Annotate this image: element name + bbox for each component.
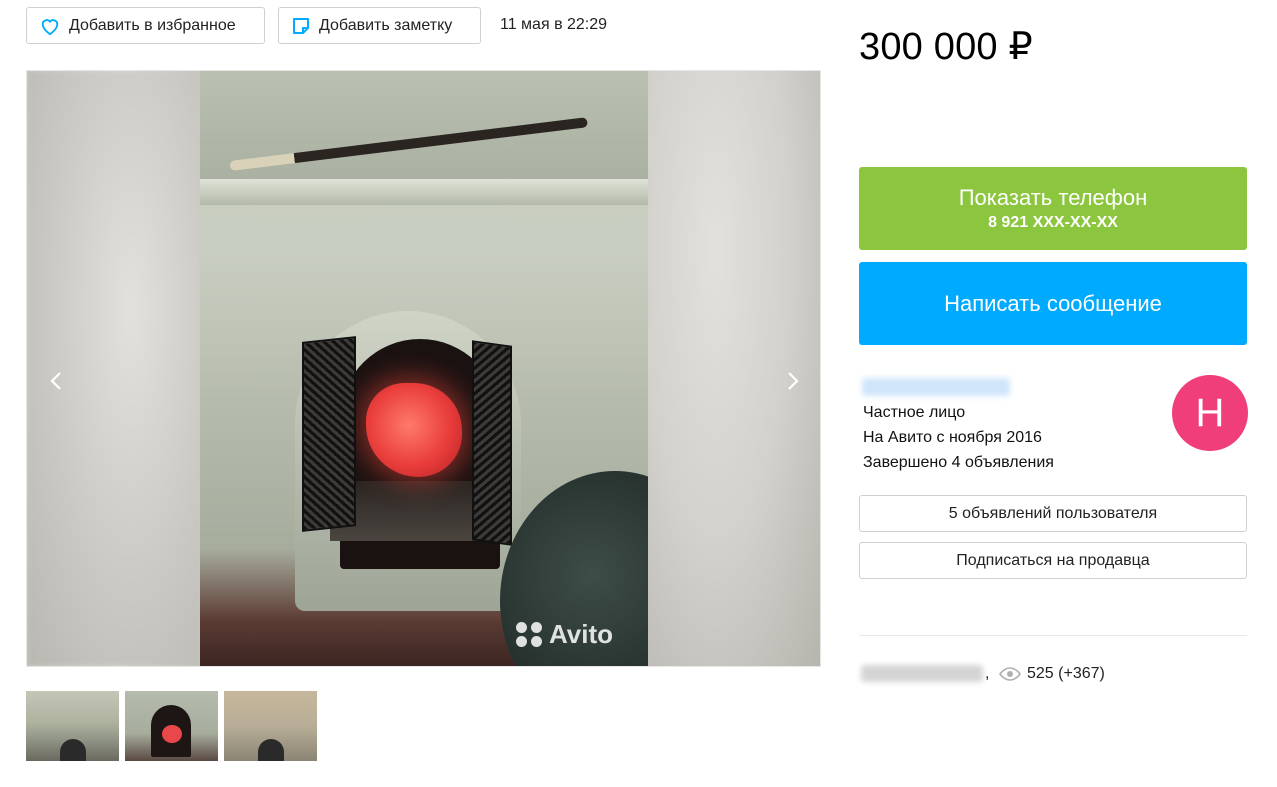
main-photo[interactable] — [200, 71, 648, 666]
note-icon — [293, 17, 309, 34]
views-counter: 525 (+367) — [999, 665, 1105, 683]
views-count: 525 (+367) — [1027, 665, 1105, 682]
subscribe-seller-button[interactable]: Подписаться на продавца — [859, 542, 1247, 579]
eye-icon — [999, 667, 1021, 681]
avatar-letter: Н — [1195, 390, 1225, 435]
avito-logo-icon — [516, 622, 543, 647]
seller-since: На Авито с ноября 2016 — [863, 429, 1042, 446]
next-photo-button[interactable] — [783, 369, 803, 393]
add-note-button[interactable]: Добавить заметку — [278, 7, 481, 44]
photo-mantel — [200, 179, 648, 205]
divider — [859, 635, 1247, 636]
avito-watermark: Avito — [516, 619, 613, 650]
photo-rod — [229, 117, 588, 171]
thumbnail-1[interactable] — [26, 691, 119, 761]
heart-icon — [41, 18, 59, 35]
seller-type: Частное лицо — [863, 404, 966, 421]
photo-gallery[interactable]: Avito — [26, 70, 821, 667]
user-ads-button[interactable]: 5 объявлений пользователя — [859, 495, 1247, 532]
previous-photo-button[interactable] — [46, 369, 66, 393]
write-message-button[interactable]: Написать сообщение — [859, 262, 1247, 345]
stats-separator: , — [985, 665, 990, 682]
chevron-left-icon — [50, 372, 61, 390]
thumbnail-2[interactable] — [125, 691, 218, 761]
chevron-right-icon — [788, 372, 799, 390]
photo-door-left — [302, 336, 356, 532]
add-note-label: Добавить заметку — [319, 16, 453, 34]
phone-number: 8 921 XXX-XX-XX — [988, 213, 1118, 231]
thumbnail-1-detail — [60, 739, 86, 761]
photo-door-right — [472, 340, 512, 546]
seller-name-link[interactable] — [862, 378, 1010, 396]
show-phone-button[interactable]: Показать телефон 8 921 XXX-XX-XX — [859, 167, 1247, 250]
ad-number-redacted — [861, 665, 983, 682]
seller-completed-ads: Завершено 4 объявления — [863, 454, 1054, 471]
publish-date: 11 мая в 22:29 — [500, 16, 608, 33]
seller-avatar[interactable]: Н — [1172, 375, 1248, 451]
add-to-favorites-button[interactable]: Добавить в избранное — [26, 7, 265, 44]
thumbnail-strip — [26, 691, 317, 761]
add-to-favorites-label: Добавить в избранное — [69, 16, 236, 34]
watermark-text: Avito — [549, 619, 614, 649]
thumbnail-3-detail — [258, 739, 284, 761]
thumbnail-2-fire — [162, 725, 182, 743]
price: 300 000 ₽ — [859, 26, 1033, 68]
show-phone-label: Показать телефон — [958, 184, 1148, 210]
thumbnail-3[interactable] — [224, 691, 317, 761]
